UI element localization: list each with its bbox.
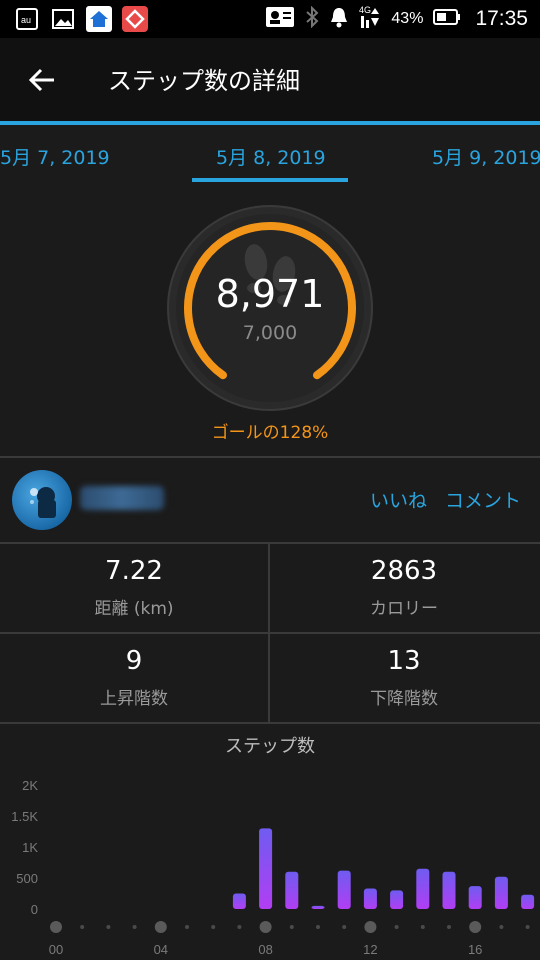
au-app-icon: au [14, 6, 40, 32]
x-axis-minor-dot [316, 925, 320, 929]
tab-next-date[interactable]: 5月 9, 2019 [432, 143, 540, 170]
chart-bar [416, 868, 430, 909]
x-tick-label: 04 [154, 942, 168, 957]
calories-label: カロリー [370, 599, 438, 619]
x-axis-major-dot [50, 921, 62, 933]
x-axis-minor-dot [289, 925, 294, 929]
notification-bell-icon [329, 6, 349, 32]
x-axis-minor-dot [394, 925, 399, 929]
back-arrow-icon [28, 68, 54, 92]
x-axis-minor-dot [80, 925, 85, 929]
x-axis-major-dot [364, 921, 377, 933]
steps-goal-ring: 8,971 7,000 [166, 204, 374, 412]
divider [0, 542, 540, 544]
avatar-image [30, 487, 56, 518]
battery-icon [433, 9, 461, 29]
goal-percent-label: ゴールの128% [211, 423, 329, 443]
chart-bar [363, 888, 377, 909]
y-tick-label: 2K [22, 778, 38, 793]
x-axis-minor-dot [342, 925, 347, 929]
divider [0, 632, 540, 634]
chart-bar [468, 886, 482, 909]
x-axis-minor-dot [185, 925, 189, 929]
x-axis-minor-dot [447, 925, 451, 929]
x-axis-minor-dot [211, 925, 216, 929]
x-tick-label: 00 [49, 942, 63, 957]
chart-bar [311, 905, 325, 909]
chart-bar [232, 893, 246, 909]
divider [0, 722, 540, 724]
steps-bar-chart: 2K1.5K1K5000 000408121620 [11, 778, 535, 957]
status-bar: au 4G 43% 17:35 [0, 0, 540, 38]
image-icon [50, 6, 76, 32]
tab-prev-date[interactable]: 5月 7, 2019 [0, 143, 110, 170]
x-axis-major-dot [154, 921, 167, 933]
tab-indicator [192, 178, 348, 182]
x-tick-label: 16 [468, 942, 482, 957]
x-tick-label: 08 [258, 942, 272, 957]
x-tick-label: 12 [363, 942, 377, 957]
chart-bar [390, 890, 404, 909]
contact-card-icon [265, 6, 295, 32]
steps-count: 8,971 [215, 272, 325, 316]
page-title: ステップ数の詳細 [108, 67, 300, 95]
floors-up-value: 9 [125, 646, 143, 676]
floors-down-label: 下降階数 [370, 689, 438, 709]
chart-bar [285, 871, 299, 909]
home-app-icon [86, 6, 112, 32]
chart-bar [442, 871, 456, 909]
x-axis-minor-dot [499, 925, 504, 929]
x-axis-minor-dot [237, 925, 242, 929]
avatar[interactable] [12, 470, 72, 530]
like-button[interactable]: いいね [370, 486, 427, 513]
y-tick-label: 0 [31, 902, 38, 917]
username-blurred[interactable] [80, 486, 164, 510]
y-tick-label: 500 [16, 871, 38, 886]
y-tick-label: 1.5K [11, 809, 38, 824]
chart-bar [259, 828, 273, 909]
x-axis-minor-dot [106, 925, 111, 929]
bluetooth-icon [305, 5, 319, 32]
svg-text:au: au [21, 15, 31, 25]
floors-up-label: 上昇階数 [100, 689, 168, 709]
x-axis-major-dot [469, 921, 482, 933]
distance-label: 距離 (km) [94, 599, 174, 619]
y-tick-label: 1K [22, 840, 38, 855]
chart-bar [521, 894, 535, 909]
chart-bar [337, 870, 351, 909]
x-axis-major-dot [259, 921, 272, 933]
x-axis-minor-dot [132, 925, 137, 929]
app-bar: ステップ数の詳細 [0, 38, 540, 122]
divider [0, 456, 540, 458]
distance-value: 7.22 [105, 556, 163, 586]
tab-current-date[interactable]: 5月 8, 2019 [216, 143, 326, 170]
back-button[interactable] [22, 60, 62, 100]
x-axis-minor-dot [420, 925, 425, 929]
chart-bar [494, 876, 508, 909]
battery-percent: 43% [391, 10, 424, 27]
calories-value: 2863 [370, 556, 438, 586]
date-tabs: 5月 7, 2019 5月 8, 2019 5月 9, 2019 [0, 125, 540, 187]
chart-title: ステップ数 [225, 736, 315, 757]
clock-time: 17:35 [475, 7, 528, 30]
app-icon [122, 6, 148, 32]
signal-4g-icon: 4G [359, 4, 381, 34]
comment-button[interactable]: コメント [445, 486, 521, 513]
x-axis-minor-dot [525, 925, 530, 929]
steps-goal: 7,000 [242, 322, 298, 344]
floors-down-value: 13 [387, 646, 421, 676]
svg-text:4G: 4G [359, 5, 371, 15]
